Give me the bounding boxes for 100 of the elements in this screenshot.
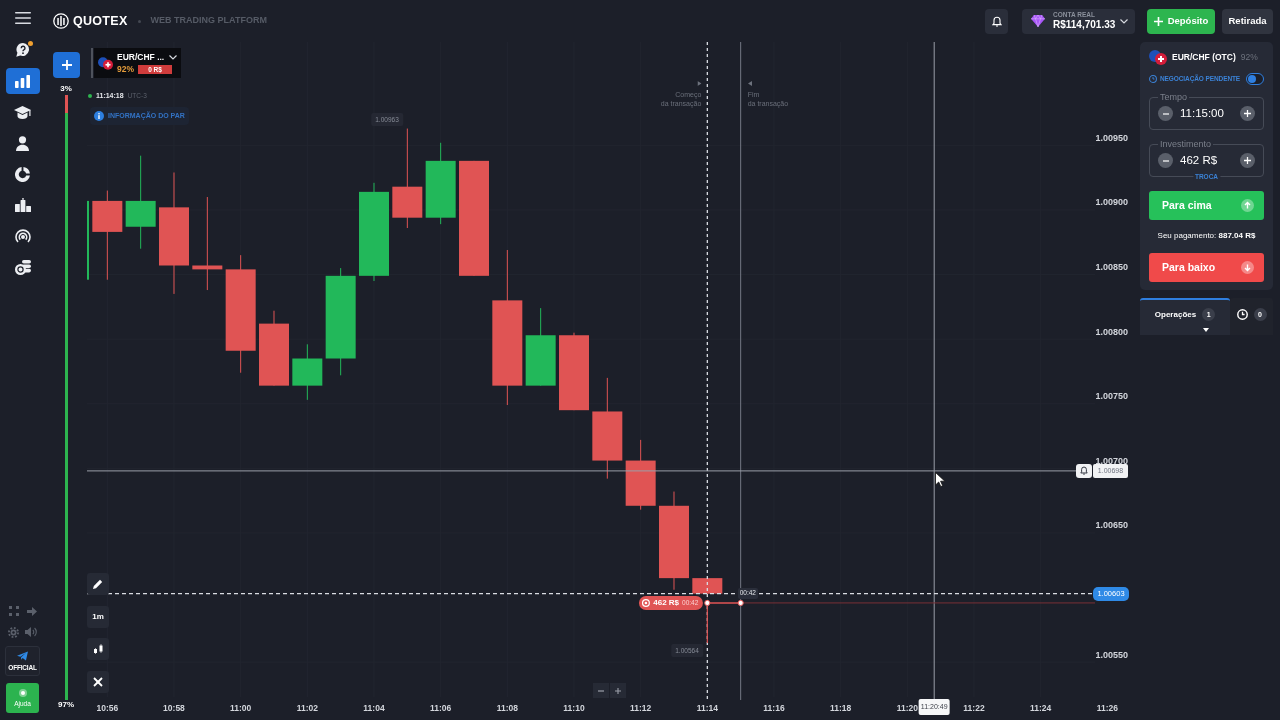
- coin-icon: [642, 598, 651, 607]
- clock-icon: [1236, 309, 1248, 320]
- tagline: WEB TRADING PLATFORM: [150, 14, 267, 28]
- currency-flags-icon: [1149, 49, 1167, 65]
- bell-icon: [991, 15, 1002, 27]
- pending-toggle[interactable]: [1246, 73, 1264, 85]
- plus-icon: [615, 687, 621, 694]
- candles-icon: [93, 644, 103, 654]
- arrow-right-icon: [26, 606, 37, 616]
- time-axis-label: 11:04: [363, 702, 385, 713]
- decrease-button[interactable]: [1158, 106, 1173, 121]
- graduation-cap-icon: [14, 105, 31, 119]
- plus-icon: [1244, 157, 1251, 164]
- time-axis-label: 11:24: [1030, 702, 1052, 713]
- settings-button[interactable]: [8, 626, 19, 638]
- plus-icon: [1153, 16, 1163, 26]
- sentiment-percent: 97%: [57, 700, 75, 710]
- chevron-down-icon: [1120, 18, 1128, 24]
- price-axis-label: 1.00650: [1095, 520, 1128, 531]
- payout-text: Seu pagamento: 887.04 R$: [1156, 230, 1257, 241]
- time-axis-label: 11:02: [296, 702, 318, 713]
- time-axis-label: 11:08: [496, 702, 518, 713]
- fullscreen-button[interactable]: [8, 606, 19, 616]
- sound-button[interactable]: [25, 626, 37, 638]
- price-axis-label: 1.00700: [1095, 455, 1128, 466]
- increase-button[interactable]: [1240, 106, 1255, 121]
- field-label: Tempo: [1158, 91, 1189, 103]
- price-axis-label: 1.00550: [1095, 649, 1128, 660]
- asset-name: EUR/CHF (OTC): [1172, 50, 1236, 64]
- chat-bubble-icon: [14, 42, 31, 58]
- donut-chart-icon: [15, 166, 30, 182]
- time-axis-label: 11:10: [563, 702, 585, 713]
- bar-chart-icon: [15, 74, 30, 88]
- time-axis-label: 11:00: [230, 702, 252, 713]
- trade-amount: 462 R$: [653, 598, 680, 607]
- info-icon: [94, 111, 104, 121]
- podium-icon: [14, 198, 31, 212]
- chart-tool-button[interactable]: 1m: [87, 605, 109, 628]
- paper-plane-icon: [17, 650, 28, 661]
- caret-down-icon: [169, 55, 178, 60]
- sidebar-item[interactable]: [5, 68, 40, 94]
- plus-icon: [61, 60, 72, 70]
- payout-percent: 92%: [117, 64, 134, 74]
- field-label: Investimento: [1158, 138, 1214, 150]
- asset-name: EUR/CHF ...: [117, 52, 165, 63]
- plus-icon: [1244, 110, 1251, 117]
- user-icon: [16, 135, 29, 151]
- arrow-down-icon: [1241, 261, 1254, 274]
- notifications-button[interactable]: [985, 8, 1008, 34]
- time-axis-label: 11:16: [763, 702, 785, 713]
- increase-button[interactable]: [1240, 153, 1255, 168]
- field-value: 462 R$: [1180, 152, 1218, 168]
- caret-down-icon: [1203, 328, 1209, 332]
- trade-point-icon: [737, 599, 744, 607]
- price-axis-label: 1.00750: [1095, 391, 1128, 402]
- down-button[interactable]: Para baixo: [1149, 253, 1264, 282]
- price-axis-label: 1.00850: [1095, 262, 1128, 273]
- price-axis-label: 1.00900: [1095, 197, 1128, 208]
- account-balance: R$114,701.33: [1053, 19, 1116, 30]
- speaker-icon: [25, 626, 37, 638]
- time-axis-label: 11:26: [1096, 702, 1118, 713]
- chart-tool-button[interactable]: [87, 670, 109, 693]
- price-axis-label: 1.00950: [1095, 132, 1128, 143]
- price-alert-button[interactable]: [1076, 463, 1092, 478]
- menu-icon: [14, 12, 31, 24]
- add-asset-button[interactable]: [53, 52, 80, 78]
- logo-text: QUOTEX: [73, 12, 128, 30]
- diamond-icon: [1031, 15, 1045, 27]
- mouse-pointer-icon: [935, 471, 946, 487]
- decrease-button[interactable]: [1158, 153, 1173, 168]
- trade-point-icon: [704, 599, 711, 607]
- time-axis-label: 11:18: [830, 702, 852, 713]
- minus-icon: [1162, 112, 1169, 115]
- price-axis-label: 1.00800: [1095, 326, 1128, 337]
- currency-flags-icon: [98, 56, 113, 70]
- coins-icon: [14, 259, 31, 275]
- crossed-lines-icon: [93, 676, 103, 687]
- settings-icon: [8, 626, 19, 638]
- time-axis-label: 11:12: [630, 702, 652, 713]
- time-axis-label: 11:20: [896, 702, 918, 713]
- time-axis-label: 11:22: [963, 702, 985, 713]
- field-value: 11:15:00: [1180, 105, 1224, 121]
- zoom-in-button[interactable]: [610, 683, 626, 698]
- arrow-button[interactable]: [26, 606, 37, 616]
- arrow-up-icon: [1241, 199, 1254, 212]
- time-axis-label: 10:56: [96, 702, 119, 713]
- payout-percent: 92%: [1240, 50, 1258, 64]
- clock-icon: [1149, 75, 1157, 83]
- signal-icon: [14, 229, 31, 243]
- glow-dot-icon: [18, 688, 27, 697]
- chart-tool-button[interactable]: [87, 638, 109, 660]
- zoom-out-button[interactable]: [593, 683, 609, 698]
- withdraw-button[interactable]: Retirada: [1222, 8, 1273, 34]
- time-axis-label: 11:06: [430, 702, 452, 713]
- minus-icon: [1162, 159, 1169, 162]
- sentiment-percent: 3%: [59, 84, 73, 94]
- minus-icon: [598, 689, 604, 692]
- bell-icon: [1080, 466, 1088, 476]
- left-triangle-icon: [747, 81, 752, 86]
- time-axis-label: 10:58: [163, 702, 185, 713]
